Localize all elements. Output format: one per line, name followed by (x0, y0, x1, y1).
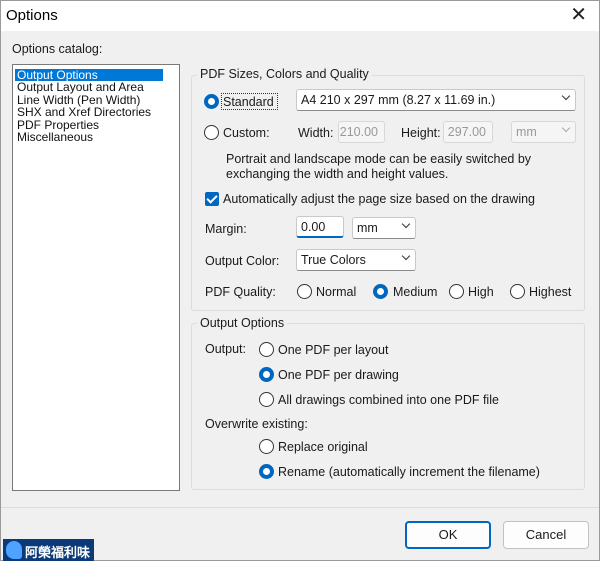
hint-line-1: Portrait and landscape mode can be easil… (226, 152, 532, 166)
quality-medium-radio[interactable] (373, 284, 388, 299)
output-options-group-title: Output Options (197, 316, 288, 330)
output-per-layout-radio[interactable] (259, 342, 274, 357)
chevron-down-icon (561, 123, 571, 133)
output-color-dropdown[interactable]: True Colors (296, 249, 416, 271)
title-bar: Options ✕ (1, 1, 599, 31)
output-combined-label[interactable]: All drawings combined into one PDF file (278, 393, 499, 407)
auto-adjust-checkbox[interactable] (205, 192, 219, 206)
output-combined-radio[interactable] (259, 392, 274, 407)
hint-line-2: exchanging the width and height values. (226, 167, 449, 181)
overwrite-label: Overwrite existing: (205, 417, 308, 431)
watermark-logo-icon (6, 541, 22, 559)
footer-divider (1, 507, 599, 508)
standard-size-value: A4 210 x 297 mm (8.27 x 11.69 in.) (301, 93, 496, 107)
pdf-sizes-group-title: PDF Sizes, Colors and Quality (197, 67, 372, 81)
quality-normal-label[interactable]: Normal (316, 285, 356, 299)
output-label: Output: (205, 342, 246, 356)
catalog-item-miscellaneous[interactable]: Miscellaneous (17, 131, 93, 143)
quality-medium-label[interactable]: Medium (393, 285, 437, 299)
ok-button[interactable]: OK (405, 521, 491, 549)
output-color-label: Output Color: (205, 254, 280, 268)
width-label: Width: (298, 126, 334, 140)
catalog-item-shx-xref[interactable]: SHX and Xref Directories (17, 106, 151, 118)
quality-highest-radio[interactable] (510, 284, 525, 299)
replace-original-label[interactable]: Replace original (278, 440, 368, 454)
chevron-down-icon (401, 219, 411, 229)
standard-label[interactable]: Standard (223, 95, 274, 109)
close-icon[interactable]: ✕ (570, 4, 587, 26)
width-value: 210.00 (339, 125, 378, 139)
width-field[interactable]: 210.00 (338, 121, 385, 143)
margin-unit-dropdown[interactable]: mm (352, 217, 416, 239)
chevron-down-icon (561, 91, 571, 101)
rename-radio[interactable] (259, 464, 274, 479)
margin-label: Margin: (205, 222, 247, 236)
rename-label[interactable]: Rename (automatically increment the file… (278, 465, 540, 479)
cancel-button[interactable]: Cancel (503, 521, 589, 549)
options-dialog: Options ✕ Options catalog: Output Option… (0, 0, 600, 561)
options-catalog-list[interactable]: Output Options Output Layout and Area Li… (12, 64, 180, 491)
chevron-down-icon (401, 251, 411, 261)
output-color-value: True Colors (301, 253, 366, 267)
margin-unit-value: mm (357, 221, 378, 235)
quality-normal-radio[interactable] (297, 284, 312, 299)
auto-adjust-label[interactable]: Automatically adjust the page size based… (223, 192, 535, 206)
standard-radio[interactable] (204, 94, 219, 109)
quality-high-radio[interactable] (449, 284, 464, 299)
window-title: Options (6, 7, 58, 24)
custom-unit-value: mm (516, 125, 537, 139)
output-per-drawing-radio[interactable] (259, 367, 274, 382)
standard-size-dropdown[interactable]: A4 210 x 297 mm (8.27 x 11.69 in.) (296, 89, 576, 111)
replace-original-radio[interactable] (259, 439, 274, 454)
custom-unit-dropdown[interactable]: mm (511, 121, 576, 143)
pdf-quality-label: PDF Quality: (205, 285, 276, 299)
custom-label[interactable]: Custom: (223, 126, 270, 140)
height-value: 297.00 (447, 125, 486, 139)
quality-highest-label[interactable]: Highest (529, 285, 571, 299)
catalog-label: Options catalog: (12, 42, 103, 56)
custom-radio[interactable] (204, 125, 219, 140)
height-field[interactable]: 297.00 (443, 121, 493, 143)
height-label: Height: (401, 126, 441, 140)
output-per-drawing-label[interactable]: One PDF per drawing (278, 368, 399, 382)
output-per-layout-label[interactable]: One PDF per layout (278, 343, 388, 357)
margin-input[interactable]: 0.00 (296, 216, 344, 238)
catalog-item-output-layout[interactable]: Output Layout and Area (17, 81, 144, 93)
watermark: 阿榮福利味 (3, 539, 94, 561)
margin-value: 0.00 (301, 220, 326, 234)
quality-high-label[interactable]: High (468, 285, 494, 299)
watermark-text: 阿榮福利味 (25, 546, 91, 561)
